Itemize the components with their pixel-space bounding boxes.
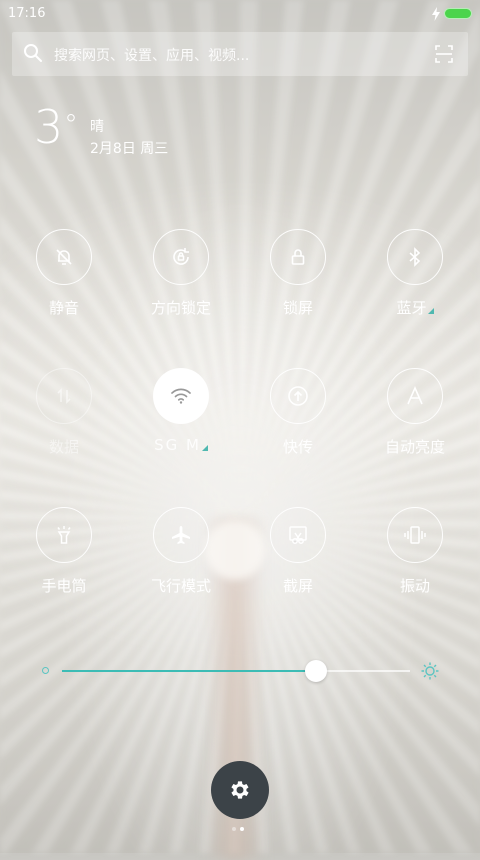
wifi-icon	[171, 388, 191, 404]
tile-label: 快传	[282, 438, 313, 456]
tile-label: 蓝牙	[360, 297, 470, 318]
brightness-track[interactable]	[62, 660, 410, 682]
tile-label-text: SG M	[154, 436, 201, 454]
settings-button[interactable]	[211, 761, 269, 819]
more-options-indicator	[201, 445, 208, 451]
tile-label: 锁屏	[282, 299, 313, 317]
tile-label: 数据	[48, 438, 79, 456]
more-options-indicator	[427, 308, 434, 314]
tile-lock-screen[interactable]: 锁屏	[243, 229, 353, 318]
weather-condition: 晴	[90, 119, 104, 135]
tile-label-text: 蓝牙	[396, 299, 427, 317]
tile-screenshot[interactable]: 截屏	[243, 507, 353, 596]
brightness-fill	[62, 670, 317, 672]
bluetooth-icon	[409, 247, 421, 267]
data-arrows-icon	[57, 388, 71, 404]
tile-label: 手电筒	[41, 577, 87, 595]
tile-circle[interactable]	[270, 368, 326, 424]
scan-icon[interactable]	[434, 44, 454, 68]
transfer-icon	[288, 386, 308, 406]
status-bar: 17:16	[0, 0, 480, 28]
tile-silent[interactable]: 静音	[9, 229, 119, 318]
tile-label: 静音	[48, 299, 79, 317]
page-dot	[232, 827, 236, 831]
tile-label: 自动亮度	[384, 438, 445, 456]
tile-flashlight[interactable]: 手电筒	[9, 507, 119, 596]
weather-temperature: 3	[34, 100, 64, 154]
search-bar[interactable]: 搜索网页、设置、应用、视频...	[12, 32, 468, 76]
flashlight-icon	[57, 526, 71, 544]
tile-circle[interactable]	[36, 507, 92, 563]
brightness-slider[interactable]	[38, 656, 442, 686]
tile-label: 截屏	[282, 577, 313, 595]
tile-circle[interactable]	[387, 507, 443, 563]
tile-circle[interactable]	[153, 507, 209, 563]
airplane-icon	[172, 526, 190, 544]
tile-circle[interactable]	[36, 229, 92, 285]
weather-degree-symbol: °	[64, 108, 78, 141]
tile-circle[interactable]	[36, 368, 92, 424]
tile-circle[interactable]	[153, 229, 209, 285]
tile-circle[interactable]	[387, 229, 443, 285]
search-input[interactable]: 搜索网页、设置、应用、视频...	[54, 45, 249, 65]
tile-label: 飞行模式	[150, 577, 211, 595]
bell-off-icon	[56, 249, 72, 265]
rotation-lock-icon	[173, 248, 189, 265]
tile-label: SG M	[126, 436, 236, 454]
tile-circle[interactable]	[270, 507, 326, 563]
tile-airplane-mode[interactable]: 飞行模式	[126, 507, 236, 596]
brightness-low-icon	[42, 667, 49, 674]
gear-icon	[231, 781, 249, 799]
brightness-thumb[interactable]	[305, 660, 328, 682]
tile-label: 振动	[399, 577, 430, 595]
weather-date: 2月8日 周三	[90, 141, 169, 157]
tile-auto-brightness[interactable]: 自动亮度	[360, 368, 470, 457]
page-dot	[240, 827, 244, 831]
status-time: 17:16	[8, 6, 46, 21]
tile-quick-transfer[interactable]: 快传	[243, 368, 353, 457]
auto-brightness-icon	[407, 386, 423, 405]
tile-circle[interactable]	[387, 368, 443, 424]
battery-icon	[444, 8, 472, 19]
screenshot-icon	[289, 526, 307, 544]
page-indicator	[232, 827, 248, 833]
tile-vibrate[interactable]: 振动	[360, 507, 470, 596]
charging-icon	[432, 6, 440, 25]
tile-circle[interactable]	[153, 368, 209, 424]
tile-wifi[interactable]: SG M	[126, 368, 236, 454]
tile-bluetooth[interactable]: 蓝牙	[360, 229, 470, 318]
tile-circle[interactable]	[270, 229, 326, 285]
brightness-high-icon	[420, 661, 440, 685]
lock-icon	[291, 249, 305, 265]
tile-mobile-data[interactable]: 数据	[9, 368, 119, 457]
vibrate-icon	[404, 526, 426, 544]
tile-label: 方向锁定	[150, 299, 211, 317]
tile-rotation-lock[interactable]: 方向锁定	[126, 229, 236, 318]
search-icon	[23, 43, 43, 67]
